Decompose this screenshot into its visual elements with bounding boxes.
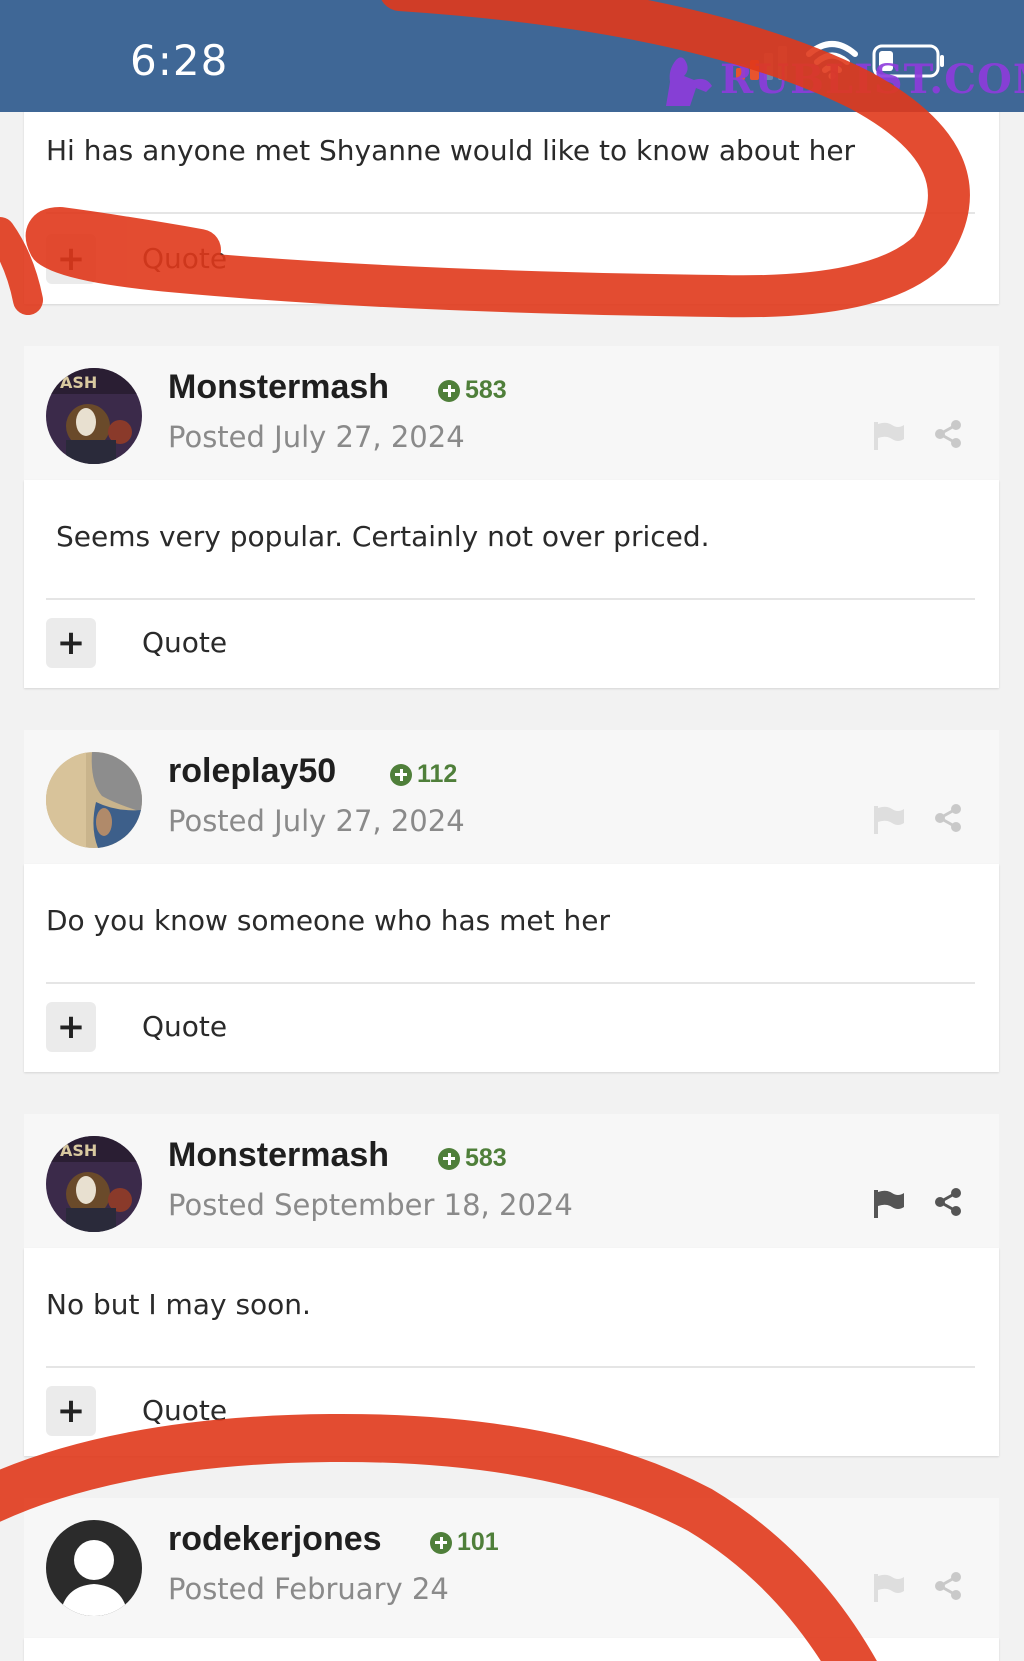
post-header: ASH Monstermash 583 Posted September 18,…	[24, 1114, 999, 1248]
reputation-badge: 112	[390, 760, 457, 789]
post-content: Seems very popular. Certainly not over p…	[56, 520, 710, 553]
reputation-badge: 583	[438, 1144, 507, 1173]
watermark-logo-icon	[666, 57, 712, 106]
plus-icon: +	[56, 239, 86, 279]
svg-text:ASH: ASH	[60, 373, 97, 392]
plus-button[interactable]: +	[46, 618, 96, 668]
post-date[interactable]: Posted February 24	[168, 1572, 449, 1606]
quote-button[interactable]: Quote	[142, 1010, 227, 1043]
post-body	[24, 1638, 999, 1661]
quote-button[interactable]: Quote	[142, 1394, 227, 1427]
first-post-card: Hi has anyone met Shyanne would like to …	[24, 106, 999, 304]
flag-icon[interactable]	[874, 806, 906, 834]
plus-button[interactable]: +	[46, 1386, 96, 1436]
post-content: Hi has anyone met Shyanne would like to …	[46, 134, 856, 167]
flag-icon[interactable]	[874, 1574, 906, 1602]
quote-button[interactable]: Quote	[142, 626, 227, 659]
reputation-count: 101	[457, 1528, 499, 1556]
post-header: rodekerjones 101 Posted February 24	[24, 1498, 999, 1638]
username[interactable]: Monstermash	[168, 1136, 389, 1175]
reputation-plus-icon	[430, 1531, 452, 1554]
post-content: Do you know someone who has met her	[46, 904, 610, 937]
divider	[46, 598, 975, 600]
reputation-count: 583	[465, 376, 507, 404]
reputation-plus-icon	[438, 379, 460, 402]
post-body: Seems very popular. Certainly not over p…	[24, 480, 999, 688]
post-date[interactable]: Posted September 18, 2024	[168, 1188, 573, 1222]
share-icon[interactable]	[934, 1572, 962, 1600]
flag-icon[interactable]	[874, 1190, 906, 1218]
reputation-count: 583	[465, 1144, 507, 1172]
share-icon[interactable]	[934, 420, 962, 448]
avatar[interactable]	[46, 1520, 142, 1616]
plus-icon: +	[56, 1007, 86, 1047]
status-bar: 6:28 RUBLIST.COM	[0, 0, 1024, 112]
plus-icon: +	[56, 1391, 86, 1431]
post-date[interactable]: Posted July 27, 2024	[168, 804, 465, 838]
share-icon[interactable]	[934, 1188, 962, 1216]
username[interactable]: Monstermash	[168, 368, 389, 407]
status-time: 6:28	[130, 36, 229, 85]
divider	[46, 1366, 975, 1368]
quote-button[interactable]: Quote	[142, 242, 227, 275]
divider	[46, 212, 975, 214]
post-content: No but I may soon.	[46, 1288, 311, 1321]
post-body: No but I may soon. + Quote	[24, 1248, 999, 1456]
divider	[46, 982, 975, 984]
watermark-text: RUBLIST.COM	[720, 56, 1024, 103]
reputation-plus-icon	[390, 763, 412, 786]
avatar[interactable]: ASH	[46, 368, 142, 464]
svg-text:ASH: ASH	[60, 1141, 97, 1160]
plus-button[interactable]: +	[46, 1002, 96, 1052]
post-date[interactable]: Posted July 27, 2024	[168, 420, 465, 454]
plus-icon: +	[56, 623, 86, 663]
flag-icon[interactable]	[874, 422, 906, 450]
reputation-badge: 101	[430, 1528, 499, 1557]
avatar[interactable]	[46, 752, 142, 848]
share-icon[interactable]	[934, 804, 962, 832]
username[interactable]: roleplay50	[168, 752, 336, 791]
post-header: ASH Monstermash 583 Posted July 27, 2024	[24, 346, 999, 480]
post-body: Do you know someone who has met her + Qu…	[24, 864, 999, 1072]
username[interactable]: rodekerjones	[168, 1520, 382, 1559]
post-header: roleplay50 112 Posted July 27, 2024	[24, 730, 999, 864]
reputation-badge: 583	[438, 376, 507, 405]
plus-button[interactable]: +	[46, 234, 96, 284]
reputation-plus-icon	[438, 1147, 460, 1170]
avatar[interactable]: ASH	[46, 1136, 142, 1232]
reputation-count: 112	[417, 760, 458, 788]
